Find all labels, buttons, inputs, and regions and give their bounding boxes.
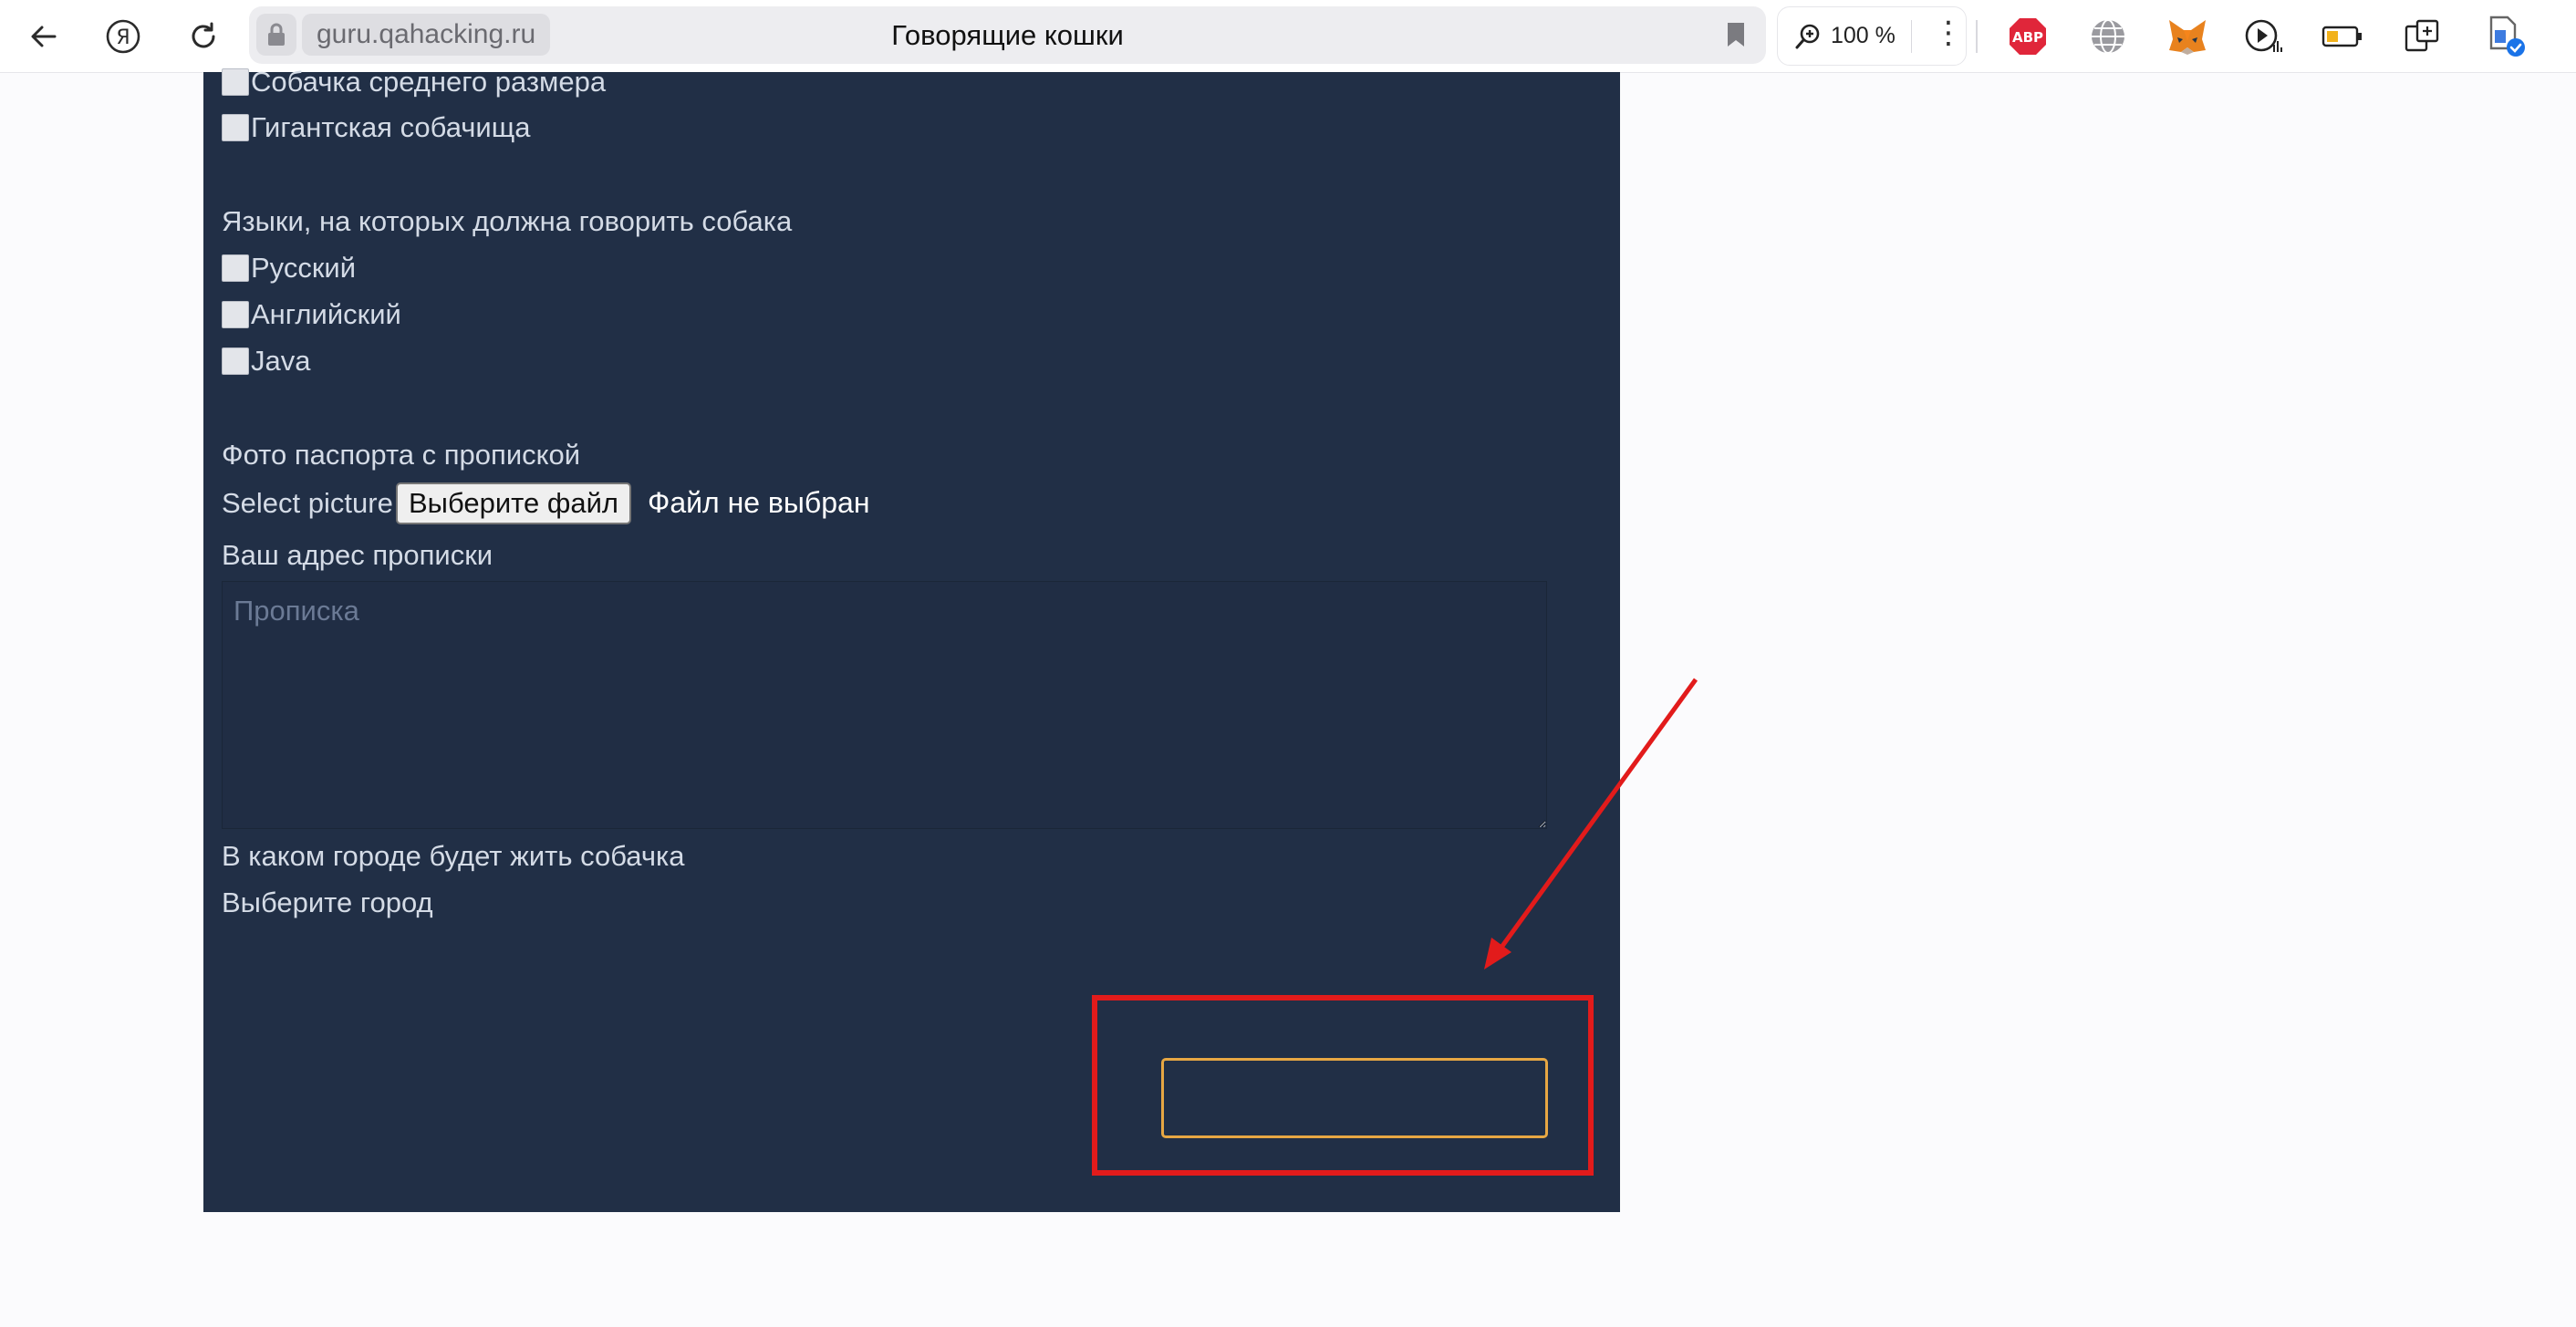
annotation-arrow-icon <box>1484 678 1698 969</box>
